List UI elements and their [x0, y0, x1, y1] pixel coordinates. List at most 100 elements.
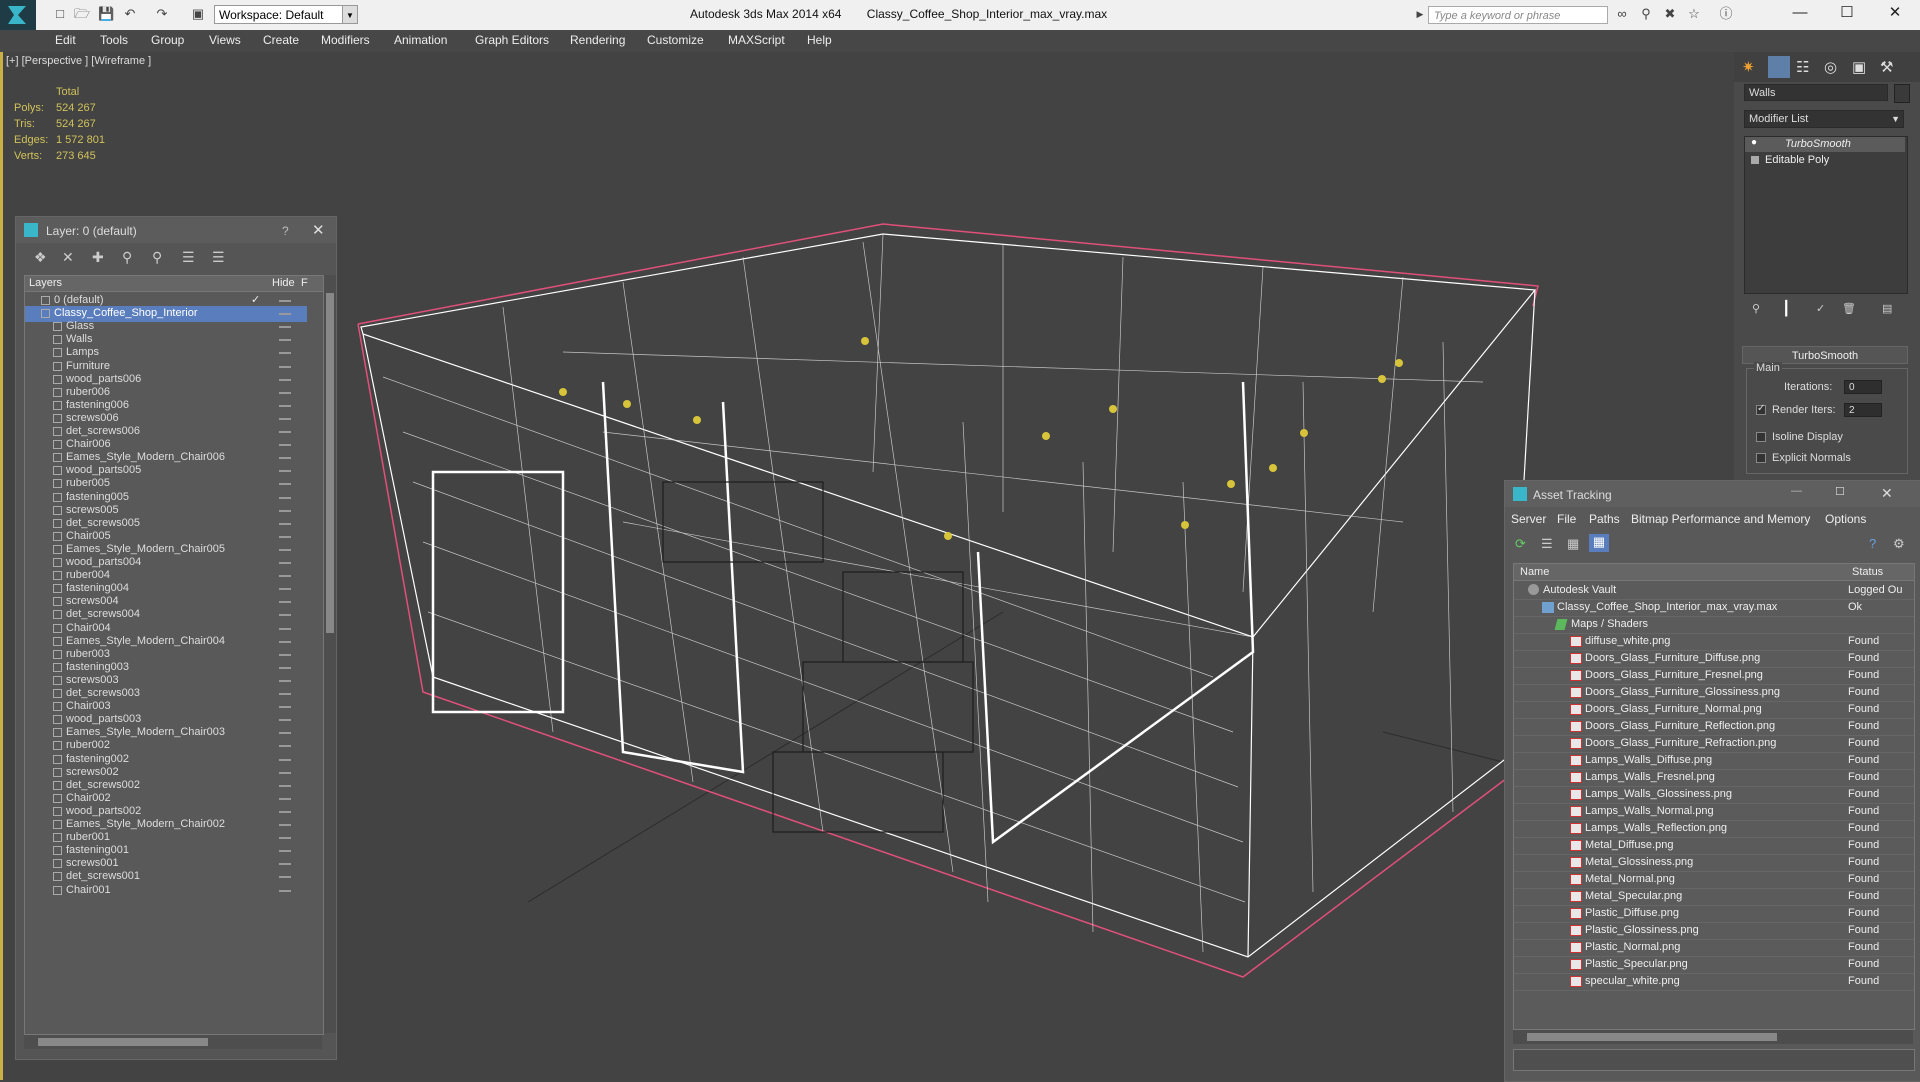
- search-toggle-icon[interactable]: ▶: [1412, 6, 1428, 22]
- hide-toggle[interactable]: [279, 575, 291, 578]
- object-name-field[interactable]: Walls: [1744, 84, 1888, 101]
- search-input[interactable]: Type a keyword or phrase: [1428, 6, 1608, 24]
- hide-toggle[interactable]: [279, 653, 291, 656]
- minimize-icon[interactable]: —: [1791, 485, 1802, 497]
- hierarchy-tab-icon[interactable]: ☷: [1796, 58, 1809, 76]
- asset-row[interactable]: Plastic_Normal.png Found: [1514, 939, 1914, 957]
- refresh-icon[interactable]: ⟳: [1515, 536, 1526, 552]
- hide-toggle[interactable]: [279, 601, 291, 604]
- help-button[interactable]: ?: [282, 224, 289, 238]
- hide-toggle[interactable]: [279, 326, 291, 329]
- hide-toggle[interactable]: [279, 640, 291, 643]
- save-file-icon[interactable]: 💾: [98, 6, 114, 22]
- asset-menu-server[interactable]: Server: [1511, 512, 1546, 526]
- asset-row[interactable]: Doors_Glass_Furniture_Diffuse.png Found: [1514, 650, 1914, 668]
- hide-toggle[interactable]: [279, 470, 291, 473]
- asset-row[interactable]: Lamps_Walls_Glossiness.png Found: [1514, 786, 1914, 804]
- remove-modifier-icon[interactable]: 🗑: [1842, 302, 1856, 315]
- asset-row[interactable]: Plastic_Specular.png Found: [1514, 956, 1914, 974]
- stack-item-turbosmooth[interactable]: ● TurboSmooth: [1745, 137, 1905, 152]
- asset-menu-paths[interactable]: Paths: [1589, 512, 1620, 526]
- menu-animation[interactable]: Animation: [394, 33, 447, 47]
- open-file-icon[interactable]: 🗁: [74, 6, 90, 22]
- hide-toggle[interactable]: [279, 889, 291, 892]
- maximize-icon[interactable]: ☐: [1824, 0, 1870, 28]
- scroll-thumb[interactable]: [38, 1038, 208, 1046]
- asset-row[interactable]: Doors_Glass_Furniture_Refraction.png Foun…: [1514, 735, 1914, 753]
- hide-toggle[interactable]: [279, 378, 291, 381]
- menu-group[interactable]: Group: [151, 33, 184, 47]
- close-icon[interactable]: ✕: [1881, 485, 1893, 502]
- hide-toggle[interactable]: [279, 876, 291, 879]
- object-color-swatch[interactable]: [1894, 84, 1910, 103]
- asset-row[interactable]: Maps / Shaders: [1514, 616, 1914, 634]
- scroll-thumb[interactable]: [1527, 1033, 1777, 1041]
- highlight-layer-icon[interactable]: ⚲: [152, 249, 162, 266]
- help-icon[interactable]: ?: [1869, 536, 1876, 551]
- asset-row[interactable]: diffuse_white.png Found: [1514, 633, 1914, 651]
- hide-all-icon[interactable]: ☰: [182, 249, 195, 266]
- list-view-icon[interactable]: ☰: [1541, 536, 1553, 552]
- explicit-normals-checkbox[interactable]: [1756, 453, 1766, 463]
- hide-toggle[interactable]: [279, 444, 291, 447]
- hide-toggle[interactable]: [279, 706, 291, 709]
- asset-row[interactable]: Lamps_Walls_Diffuse.png Found: [1514, 752, 1914, 770]
- freeze-all-icon[interactable]: ☰: [212, 249, 225, 266]
- asset-row[interactable]: Lamps_Walls_Normal.png Found: [1514, 803, 1914, 821]
- menu-modifiers[interactable]: Modifiers: [321, 33, 370, 47]
- maximize-icon[interactable]: ☐: [1835, 485, 1845, 498]
- asset-row[interactable]: Doors_Glass_Furniture_Glossiness.png Foun…: [1514, 684, 1914, 702]
- pin-stack-icon[interactable]: ⚲: [1752, 302, 1760, 315]
- hide-toggle[interactable]: [279, 863, 291, 866]
- exchange-icon[interactable]: ✖: [1662, 6, 1678, 22]
- make-unique-icon[interactable]: ✓: [1816, 302, 1825, 315]
- hide-toggle[interactable]: [279, 588, 291, 591]
- hide-toggle[interactable]: [279, 850, 291, 853]
- asset-row[interactable]: specular_white.png Found: [1514, 973, 1914, 991]
- hide-toggle[interactable]: [279, 417, 291, 420]
- hide-toggle[interactable]: [279, 679, 291, 682]
- asset-row[interactable]: Doors_Glass_Furniture_Reflection.png Foun…: [1514, 718, 1914, 736]
- stack-item-editable-poly[interactable]: Editable Poly: [1745, 153, 1905, 168]
- iterations-spinner[interactable]: 0: [1844, 380, 1882, 394]
- asset-tracking-titlebar[interactable]: Asset Tracking — ☐ ✕: [1505, 481, 1920, 507]
- asset-row[interactable]: Autodesk Vault Logged Ou: [1514, 582, 1914, 600]
- asset-row[interactable]: Metal_Normal.png Found: [1514, 871, 1914, 889]
- layer-horizontal-scrollbar[interactable]: [24, 1035, 322, 1049]
- layer-vertical-scrollbar[interactable]: [324, 275, 336, 1033]
- asset-menu-options[interactable]: Options: [1825, 512, 1866, 526]
- hide-toggle[interactable]: [279, 810, 291, 813]
- close-icon[interactable]: ✕: [312, 221, 325, 239]
- asset-row[interactable]: Classy_Coffee_Shop_Interior_max_vray.max…: [1514, 599, 1914, 617]
- configure-sets-icon[interactable]: ▤: [1882, 302, 1892, 315]
- hide-toggle[interactable]: [279, 693, 291, 695]
- hide-toggle[interactable]: [279, 391, 291, 394]
- hide-toggle[interactable]: [279, 431, 291, 433]
- menu-views[interactable]: Views: [209, 33, 241, 47]
- hide-toggle[interactable]: [279, 496, 291, 499]
- render-iters-checkbox[interactable]: ✓: [1756, 403, 1766, 415]
- modify-tab-icon[interactable]: [1768, 56, 1790, 78]
- menu-help[interactable]: Help: [807, 33, 832, 47]
- hide-toggle[interactable]: [279, 522, 291, 525]
- hide-toggle[interactable]: [279, 837, 291, 840]
- hide-toggle[interactable]: [279, 483, 291, 486]
- tree-view-icon[interactable]: ▦: [1567, 536, 1579, 552]
- create-tab-icon[interactable]: ✷: [1742, 58, 1755, 76]
- modifier-list-dropdown[interactable]: Modifier List ▼: [1744, 110, 1904, 128]
- asset-row[interactable]: Doors_Glass_Furniture_Normal.png Found: [1514, 701, 1914, 719]
- minimize-icon[interactable]: —: [1777, 0, 1823, 28]
- undo-icon[interactable]: ↶: [122, 6, 138, 22]
- key-icon[interactable]: ⚲: [1638, 6, 1654, 22]
- motion-tab-icon[interactable]: ◎: [1824, 58, 1837, 76]
- redo-icon[interactable]: ↷: [154, 6, 170, 22]
- binoculars-icon[interactable]: ∞: [1614, 6, 1630, 22]
- select-in-layer-icon[interactable]: ⚲: [122, 249, 132, 266]
- asset-horizontal-scrollbar[interactable]: [1513, 1030, 1913, 1044]
- hide-toggle[interactable]: [279, 509, 291, 512]
- favorites-star-icon[interactable]: ☆: [1686, 6, 1702, 22]
- asset-menu-bitmap[interactable]: Bitmap Performance and Memory: [1631, 512, 1810, 526]
- expand-icon[interactable]: [1751, 156, 1759, 164]
- delete-layer-icon[interactable]: ✕: [62, 249, 74, 266]
- menu-tools[interactable]: Tools: [100, 33, 128, 47]
